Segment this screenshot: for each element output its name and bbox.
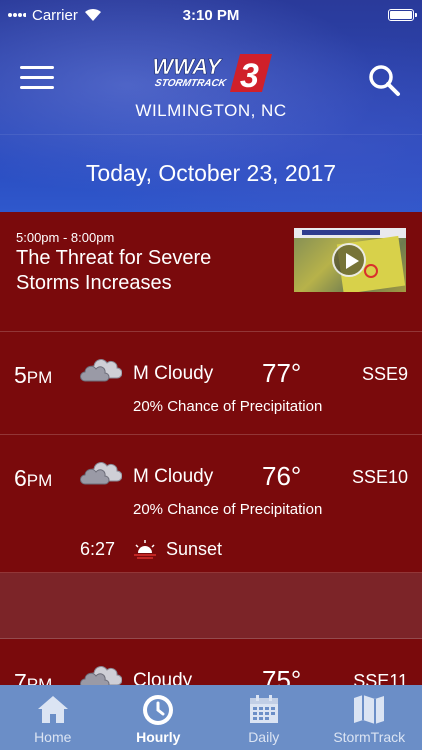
condition-label: M Cloudy xyxy=(133,466,214,487)
hourly-row[interactable]: 6PM M Cloudy 76° SSE10 20% Chance of Pre… xyxy=(0,435,422,573)
sunset-icon xyxy=(134,540,156,559)
calendar-icon xyxy=(249,695,278,723)
tab-home[interactable]: Home xyxy=(0,685,106,750)
tab-daily[interactable]: Daily xyxy=(211,685,317,750)
menu-line xyxy=(20,66,54,69)
temperature: 76° xyxy=(262,461,302,491)
signal-icon xyxy=(8,13,26,17)
news-story-card[interactable]: 5:00pm - 8:00pm The Threat for Severe St… xyxy=(0,212,422,332)
temperature: 77° xyxy=(262,358,302,388)
precipitation-chance: 20% Chance of Precipitation xyxy=(133,501,323,518)
night-divider-band xyxy=(0,573,422,639)
clock-icon xyxy=(143,695,174,725)
story-time-range: 5:00pm - 8:00pm xyxy=(16,230,115,245)
cloudy-icon xyxy=(80,666,122,685)
hour-ampm: PM xyxy=(26,368,53,387)
tab-hourly[interactable]: Hourly xyxy=(106,685,212,750)
carrier-label: Carrier xyxy=(32,6,78,24)
sunset-label: Sunset xyxy=(166,539,223,559)
hour-number: 6 xyxy=(14,465,27,491)
condition-label: Cloudy xyxy=(133,670,193,685)
battery-icon xyxy=(388,9,417,21)
status-right xyxy=(388,9,417,21)
hour-label: 6PM xyxy=(14,465,52,492)
hour-label: 7PM xyxy=(14,669,52,685)
sunset-time: 6:27 xyxy=(80,539,116,559)
wind: SSE9 xyxy=(361,364,408,384)
hourly-content[interactable]: 5:00pm - 8:00pm The Threat for Severe St… xyxy=(0,212,422,685)
story-video-thumbnail[interactable] xyxy=(294,228,406,292)
search-icon[interactable] xyxy=(366,62,402,98)
thumbnail-marker xyxy=(364,264,378,278)
hour-ampm: PM xyxy=(26,675,53,685)
wifi-icon xyxy=(84,8,101,21)
hour-number: 5 xyxy=(14,362,27,388)
status-left: Carrier xyxy=(8,7,102,24)
hour-ampm: PM xyxy=(26,471,53,490)
tab-label: Hourly xyxy=(136,729,181,745)
logo-number: 3 xyxy=(240,57,259,95)
map-icon xyxy=(354,695,385,724)
wway-stormtrack-logo: WWAY STORMTRACK 3 xyxy=(150,54,272,95)
tab-label: StormTrack xyxy=(333,729,406,745)
wind: SSE11 xyxy=(353,671,408,685)
status-bar: Carrier 3:10 PM xyxy=(0,0,422,30)
hour-label: 5PM xyxy=(14,362,52,389)
temperature: 75° xyxy=(262,665,302,685)
logo-wordmark: WWAY xyxy=(150,54,224,79)
date-title: Today, October 23, 2017 xyxy=(0,134,422,212)
condition-label: M Cloudy xyxy=(133,363,214,384)
tab-label: Home xyxy=(34,729,72,745)
story-title[interactable]: The Threat for Severe Storms Increases xyxy=(16,246,276,296)
menu-line xyxy=(20,86,54,89)
wind: SSE10 xyxy=(351,467,408,487)
logo-tagline: STORMTRACK xyxy=(154,78,228,89)
tab-bar: Home Hourly Daily StormTrack xyxy=(0,685,422,750)
location-label[interactable]: WILMINGTON, NC xyxy=(0,101,422,121)
video-play-icon[interactable] xyxy=(332,243,366,277)
precipitation-chance: 20% Chance of Precipitation xyxy=(133,398,323,415)
hourly-row[interactable]: 7PM Cloudy 75° SSE11 xyxy=(0,639,422,685)
cloudy-icon xyxy=(80,462,122,485)
tab-stormtrack[interactable]: StormTrack xyxy=(317,685,422,750)
cloudy-icon xyxy=(80,359,122,382)
header: WWAY STORMTRACK 3 WILMINGTON, NC Today, … xyxy=(0,0,422,212)
home-icon xyxy=(37,696,68,723)
menu-button[interactable] xyxy=(20,66,54,94)
tab-label: Daily xyxy=(248,729,280,745)
hour-number: 7 xyxy=(14,669,27,685)
hourly-row[interactable]: 5PM M Cloudy 77° SSE9 20% Chance of Prec… xyxy=(0,332,422,435)
menu-line xyxy=(20,76,54,79)
